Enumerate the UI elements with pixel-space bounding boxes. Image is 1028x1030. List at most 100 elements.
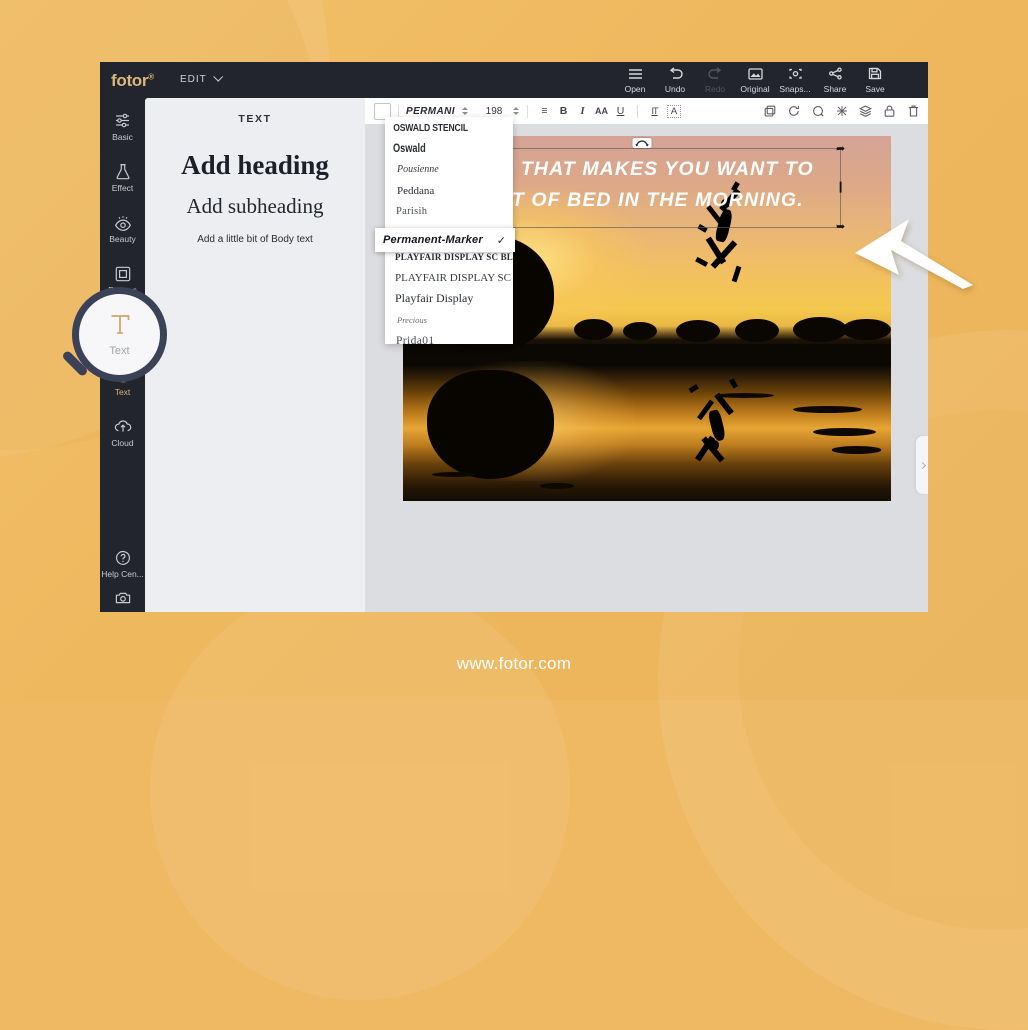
top-action-save[interactable]: Save	[855, 65, 895, 94]
resize-handle-top-right[interactable]: ➦	[836, 144, 845, 155]
fotor-logo[interactable]: fotor®	[111, 71, 154, 91]
top-action-label: Open	[624, 84, 646, 94]
duplicate-icon[interactable]	[763, 105, 776, 118]
align-button[interactable]: ≡	[535, 105, 554, 117]
top-action-redo[interactable]: Redo	[695, 65, 735, 94]
top-action-share[interactable]: Share	[815, 65, 855, 94]
top-action-label: Undo	[664, 84, 686, 94]
sliders-icon	[114, 111, 131, 130]
rotate-handle[interactable]	[632, 138, 652, 148]
edit-menu-button[interactable]: EDIT	[180, 71, 224, 85]
top-action-open[interactable]: Open	[615, 65, 655, 94]
format-toolbar-right	[763, 105, 928, 118]
panel-collapse-handle[interactable]	[916, 436, 928, 494]
footer-url: www.fotor.com	[456, 654, 572, 673]
top-action-label: Share	[823, 84, 847, 94]
hamburger-icon	[628, 65, 643, 82]
image-icon	[747, 65, 763, 82]
magnifier-lens: Text	[72, 287, 167, 382]
flip-icon[interactable]	[811, 105, 824, 118]
selected-font-label: Permanent-Marker	[383, 234, 483, 246]
resize-handle-middle-right[interactable]: ❙	[836, 182, 845, 193]
line-spacing-button[interactable]: IT	[645, 106, 664, 116]
text-t-icon	[109, 313, 131, 341]
registered-mark-icon: ®	[148, 72, 154, 82]
italic-button[interactable]: I	[573, 106, 592, 117]
sidebar-item-basic[interactable]: Basic	[100, 104, 145, 149]
font-option[interactable]: Playfair Display	[385, 288, 513, 309]
top-action-undo[interactable]: Undo	[655, 65, 695, 94]
blend-icon[interactable]	[835, 105, 848, 118]
divider	[527, 104, 528, 118]
font-option[interactable]: Prida01	[385, 330, 513, 345]
letter-case-button[interactable]: AA	[592, 106, 611, 116]
resize-handle-bottom-right[interactable]: ➥	[836, 222, 845, 233]
add-subheading-button[interactable]: Add subheading	[145, 194, 365, 219]
chevron-right-icon	[918, 461, 926, 469]
save-icon	[868, 65, 882, 82]
magnifier-label: Text	[109, 344, 130, 357]
add-heading-button[interactable]: Add heading	[145, 150, 365, 181]
top-action-label: Snaps...	[779, 84, 811, 94]
share-icon	[828, 65, 843, 82]
font-option[interactable]: PLAYFAIR DISPLAY SC	[385, 267, 513, 288]
top-actions: Open Undo Redo Original Snaps... Share S…	[615, 65, 895, 94]
panel-title: TEXT	[238, 113, 272, 125]
camera-icon	[115, 589, 131, 608]
sidebar-item-label: Basic	[112, 132, 133, 142]
chevron-down-icon	[213, 71, 224, 84]
top-action-label: Redo	[704, 84, 726, 94]
rotate-icon[interactable]	[787, 105, 800, 118]
eye-icon	[114, 213, 132, 232]
font-option-selected[interactable]: Permanent-Marker ✓	[375, 228, 515, 252]
sidebar-bottom: Help Cen...	[100, 535, 145, 612]
undo-icon	[668, 65, 683, 82]
font-name-select[interactable]: PERMANI	[406, 106, 458, 117]
sidebar-item-camera[interactable]	[100, 586, 145, 612]
top-action-label: Original	[740, 84, 770, 94]
font-name-stepper[interactable]	[460, 107, 469, 115]
sidebar-item-label: Text	[114, 387, 131, 397]
font-size-stepper[interactable]	[511, 107, 520, 115]
font-option[interactable]: Precious	[385, 309, 513, 330]
delete-icon[interactable]	[907, 105, 920, 118]
sidebar-item-label: Help Cen...	[101, 569, 144, 579]
lock-icon[interactable]	[883, 105, 896, 118]
sidebar-item-help-center[interactable]: Help Cen...	[100, 541, 145, 586]
snapshot-icon	[788, 65, 803, 82]
font-option[interactable]: OSWALD STENCIL	[385, 117, 490, 138]
sidebar-item-beauty[interactable]: Beauty	[100, 206, 145, 251]
add-body-text-button[interactable]: Add a little bit of Body text	[145, 234, 365, 245]
text-panel: TEXT Add heading Add subheading Add a li…	[145, 98, 365, 612]
top-action-snapshot[interactable]: Snaps...	[775, 65, 815, 94]
font-option[interactable]: Pousienne	[385, 159, 513, 180]
divider	[398, 104, 399, 118]
redo-icon	[707, 65, 723, 82]
sidebar-item-label: Cloud	[111, 438, 134, 448]
fotor-app-window: fotor® EDIT Open Undo Redo Original Snap…	[100, 62, 928, 612]
magnifier-annotation: Text	[61, 287, 167, 382]
top-action-label: Save	[865, 84, 885, 94]
font-option[interactable]: Peddana	[385, 180, 513, 201]
check-icon: ✓	[496, 234, 506, 247]
flask-icon	[115, 162, 131, 181]
sidebar-item-cloud[interactable]: Cloud	[100, 410, 145, 455]
bold-button[interactable]: B	[554, 105, 573, 117]
font-size-input[interactable]: 198	[479, 106, 509, 117]
underline-button[interactable]: U	[611, 105, 630, 117]
font-option[interactable]: Parisih	[385, 201, 513, 222]
layers-icon[interactable]	[859, 105, 872, 118]
top-bar: fotor® EDIT Open Undo Redo Original Snap…	[100, 62, 928, 98]
frame-icon	[115, 264, 131, 283]
pointer-arrow-annotation	[855, 219, 973, 289]
top-action-original[interactable]: Original	[735, 65, 775, 94]
edit-menu-label: EDIT	[180, 74, 207, 85]
sidebar-item-label: Effect	[111, 183, 134, 193]
font-option[interactable]: Oswald	[385, 138, 487, 159]
divider	[637, 104, 638, 118]
sidebar-item-effect[interactable]: Effect	[100, 155, 145, 200]
text-outline-button[interactable]: A	[667, 104, 681, 118]
question-circle-icon	[115, 548, 131, 567]
logo-text: fotor	[111, 71, 149, 90]
sidebar-item-label: Beauty	[109, 234, 136, 244]
